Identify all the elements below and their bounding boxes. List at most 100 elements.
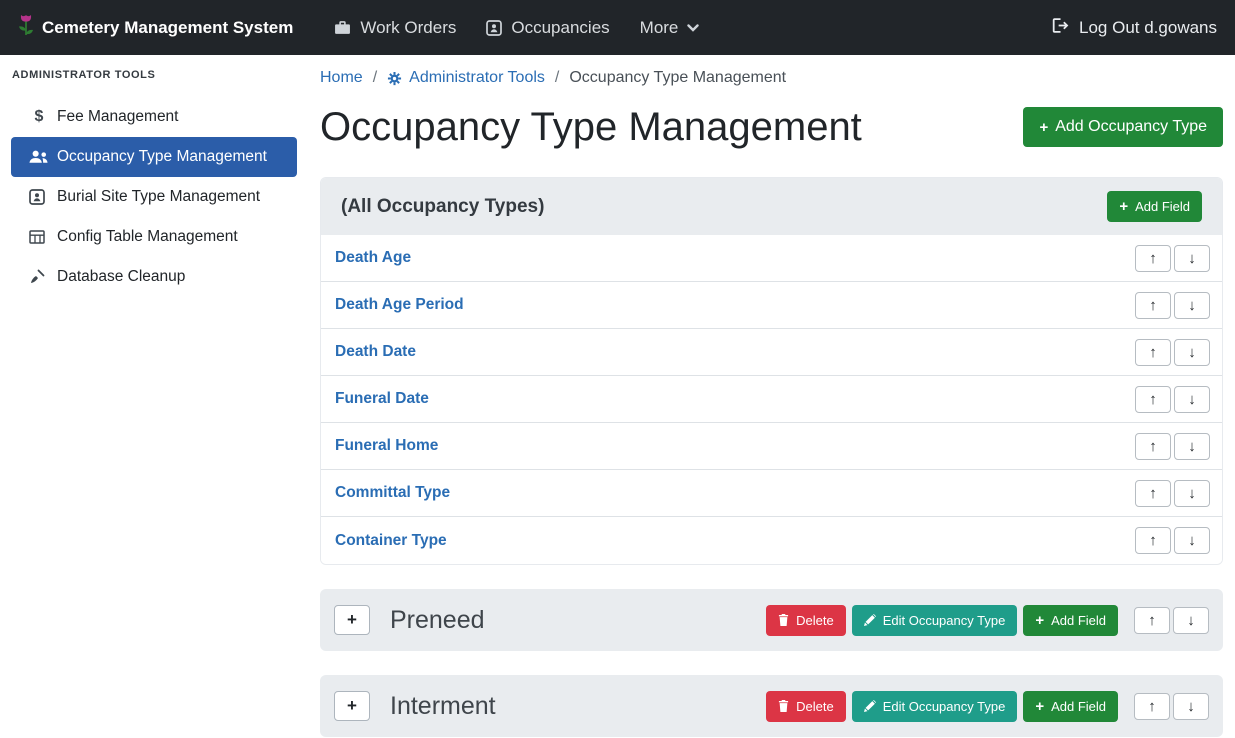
edit-occupancy-type-button[interactable]: Edit Occupancy Type — [852, 605, 1018, 636]
delete-button[interactable]: Delete — [766, 691, 846, 722]
chevron-down-icon — [687, 24, 699, 32]
logout-icon — [1052, 18, 1070, 38]
field-row: Death Age Period ↑ ↓ — [321, 282, 1222, 329]
delete-label: Delete — [796, 699, 834, 714]
section-preneed: + Preneed Delete — [320, 589, 1223, 651]
sidebar: ADMINISTRATOR TOOLS $ Fee Management Occ… — [0, 55, 308, 738]
breadcrumb-administrator-tools[interactable]: Administrator Tools — [387, 69, 545, 87]
move-up-button[interactable]: ↑ — [1135, 386, 1171, 413]
field-link-funeral-date[interactable]: Funeral Date — [335, 390, 429, 408]
card-title: (All Occupancy Types) — [341, 196, 544, 218]
sidebar-item-fee-management[interactable]: $ Fee Management — [11, 97, 297, 137]
gear-icon — [387, 71, 402, 86]
edit-occupancy-type-button[interactable]: Edit Occupancy Type — [852, 691, 1018, 722]
pencil-icon — [864, 700, 876, 712]
add-field-button[interactable]: + Add Field — [1023, 605, 1118, 636]
breadcrumb: Home / Administrator Tools / Occupancy T… — [320, 69, 1223, 87]
nav-occupancies[interactable]: Occupancies — [486, 18, 609, 38]
move-up-button[interactable]: ↑ — [1135, 433, 1171, 460]
sidebar-item-burial-site-type-management[interactable]: Burial Site Type Management — [11, 177, 297, 217]
reorder-controls: ↑ ↓ — [1135, 245, 1210, 272]
move-down-button[interactable]: ↓ — [1174, 339, 1210, 366]
brand[interactable]: Cemetery Management System — [18, 14, 293, 41]
field-row: Death Age ↑ ↓ — [321, 235, 1222, 282]
move-down-button[interactable]: ↓ — [1174, 245, 1210, 272]
section-title: Interment — [390, 692, 496, 721]
add-occupancy-type-label: Add Occupancy Type — [1055, 118, 1207, 136]
reorder-controls: ↑ ↓ — [1135, 386, 1210, 413]
flower-logo-icon — [18, 14, 34, 41]
move-up-button[interactable]: ↑ — [1135, 292, 1171, 319]
page-title: Occupancy Type Management — [320, 103, 862, 151]
move-down-button[interactable]: ↓ — [1174, 433, 1210, 460]
field-row: Funeral Home ↑ ↓ — [321, 423, 1222, 470]
move-up-button[interactable]: ↑ — [1134, 693, 1170, 720]
move-up-button[interactable]: ↑ — [1135, 245, 1171, 272]
all-occupancy-types-card: (All Occupancy Types) + Add Field Death … — [320, 177, 1223, 565]
work-orders-icon — [334, 19, 351, 36]
occupancies-icon — [486, 20, 502, 36]
field-link-committal-type[interactable]: Committal Type — [335, 484, 450, 502]
add-field-button[interactable]: + Add Field — [1023, 691, 1118, 722]
edit-occupancy-type-label: Edit Occupancy Type — [883, 613, 1006, 628]
sidebar-item-label: Occupancy Type Management — [57, 148, 267, 166]
sidebar-item-label: Database Cleanup — [57, 268, 185, 286]
sidebar-item-database-cleanup[interactable]: Database Cleanup — [11, 257, 297, 297]
brand-title[interactable]: Cemetery Management System — [42, 18, 293, 38]
field-row: Death Date ↑ ↓ — [321, 329, 1222, 376]
section-title: Preneed — [390, 606, 485, 635]
reorder-controls: ↑ ↓ — [1135, 480, 1210, 507]
add-field-label: Add Field — [1051, 699, 1106, 714]
field-link-funeral-home[interactable]: Funeral Home — [335, 437, 438, 455]
logout-link[interactable]: Log Out d.gowans — [1052, 18, 1217, 38]
section-interment: + Interment Delete — [320, 675, 1223, 737]
add-field-button[interactable]: + Add Field — [1107, 191, 1202, 222]
delete-button[interactable]: Delete — [766, 605, 846, 636]
reorder-controls: ↑ ↓ — [1135, 292, 1210, 319]
move-up-button[interactable]: ↑ — [1135, 480, 1171, 507]
move-down-button[interactable]: ↓ — [1173, 693, 1209, 720]
move-up-button[interactable]: ↑ — [1134, 607, 1170, 634]
sidebar-item-config-table-management[interactable]: Config Table Management — [11, 217, 297, 257]
move-down-button[interactable]: ↓ — [1174, 527, 1210, 554]
sidebar-heading: ADMINISTRATOR TOOLS — [0, 69, 308, 81]
reorder-controls: ↑ ↓ — [1135, 433, 1210, 460]
move-up-button[interactable]: ↑ — [1135, 339, 1171, 366]
nav-more[interactable]: More — [640, 18, 700, 38]
delete-label: Delete — [796, 613, 834, 628]
field-link-death-date[interactable]: Death Date — [335, 343, 416, 361]
move-down-button[interactable]: ↓ — [1174, 480, 1210, 507]
sidebar-item-occupancy-type-management[interactable]: Occupancy Type Management — [11, 137, 297, 177]
breadcrumb-home[interactable]: Home — [320, 69, 363, 87]
reorder-controls: ↑ ↓ — [1135, 527, 1210, 554]
move-down-button[interactable]: ↓ — [1173, 607, 1209, 634]
plus-icon: + — [1039, 120, 1048, 135]
nav-work-orders-label: Work Orders — [360, 18, 456, 38]
section-actions: Delete Edit Occupancy Type + Add Field — [766, 605, 1209, 636]
add-field-label: Add Field — [1135, 199, 1190, 214]
add-occupancy-type-button[interactable]: + Add Occupancy Type — [1023, 107, 1223, 147]
section-actions: Delete Edit Occupancy Type + Add Field — [766, 691, 1209, 722]
reorder-controls: ↑ ↓ — [1135, 339, 1210, 366]
move-down-button[interactable]: ↓ — [1174, 386, 1210, 413]
move-down-button[interactable]: ↓ — [1174, 292, 1210, 319]
top-navbar: Cemetery Management System Work Orders O… — [0, 0, 1235, 55]
sidebar-item-label: Config Table Management — [57, 228, 238, 246]
logout-label: Log Out d.gowans — [1079, 18, 1217, 38]
nav-work-orders[interactable]: Work Orders — [334, 18, 456, 38]
expand-button[interactable]: + — [334, 691, 370, 721]
breadcrumb-administrator-tools-label: Administrator Tools — [409, 69, 545, 87]
sidebar-item-label: Burial Site Type Management — [57, 188, 260, 206]
field-link-death-age[interactable]: Death Age — [335, 249, 411, 267]
plus-icon: + — [1035, 699, 1044, 714]
field-link-death-age-period[interactable]: Death Age Period — [335, 296, 464, 314]
breadcrumb-current: Occupancy Type Management — [569, 69, 786, 87]
field-link-container-type[interactable]: Container Type — [335, 532, 447, 550]
all-occupancy-types-header: (All Occupancy Types) + Add Field — [321, 178, 1222, 235]
expand-button[interactable]: + — [334, 605, 370, 635]
reorder-controls: ↑ ↓ — [1134, 693, 1209, 720]
move-up-button[interactable]: ↑ — [1135, 527, 1171, 554]
pencil-icon — [864, 614, 876, 626]
trash-icon — [778, 614, 789, 626]
nav-more-label: More — [640, 18, 679, 38]
